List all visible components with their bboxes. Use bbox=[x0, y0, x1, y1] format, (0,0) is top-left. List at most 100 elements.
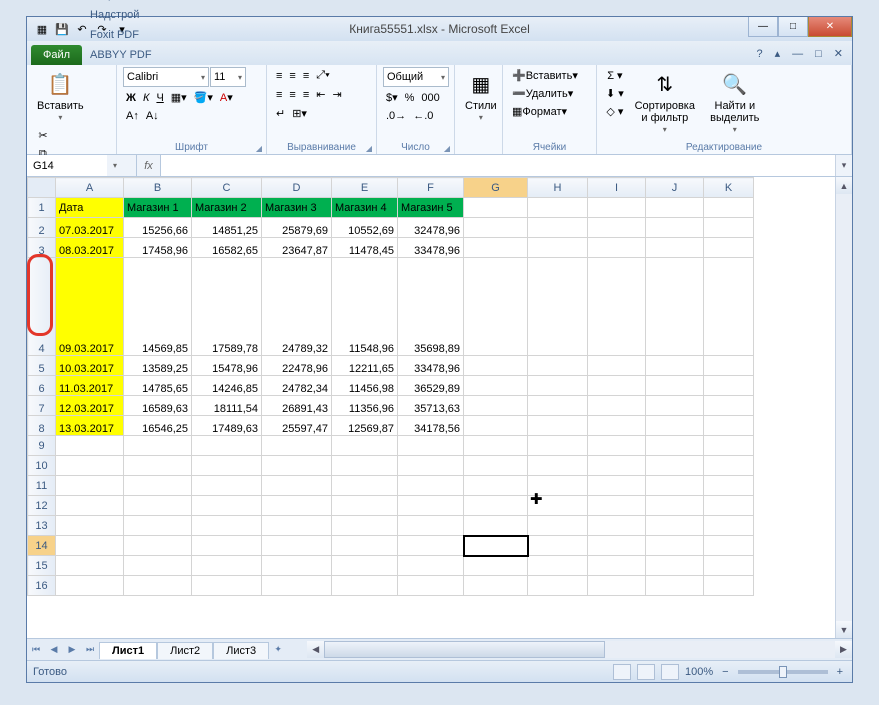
row-header-10[interactable]: 10 bbox=[28, 456, 56, 476]
zoom-out[interactable]: − bbox=[719, 664, 731, 680]
date-cell[interactable]: 11.03.2017 bbox=[56, 376, 124, 396]
cell[interactable] bbox=[588, 218, 646, 238]
cell[interactable] bbox=[464, 238, 528, 258]
cell[interactable] bbox=[464, 416, 528, 436]
cell[interactable] bbox=[646, 436, 704, 456]
save-button[interactable]: 💾 bbox=[53, 20, 71, 38]
row-header-4[interactable]: 4 bbox=[28, 258, 56, 356]
cell[interactable] bbox=[646, 476, 704, 496]
number-format[interactable]: Общий▾ bbox=[383, 67, 449, 87]
cell[interactable] bbox=[704, 516, 754, 536]
cell[interactable] bbox=[588, 496, 646, 516]
cell[interactable] bbox=[56, 456, 124, 476]
tab-file[interactable]: Файл bbox=[31, 45, 82, 65]
tab-Foxit PDF[interactable]: Foxit PDF bbox=[82, 25, 160, 45]
cell[interactable] bbox=[464, 456, 528, 476]
data-cell[interactable]: 10552,69 bbox=[332, 218, 398, 238]
tab-Надстрой[interactable]: Надстрой bbox=[82, 5, 160, 25]
merge[interactable]: ⊞▾ bbox=[289, 105, 310, 122]
row-header-9[interactable]: 9 bbox=[28, 436, 56, 456]
cell[interactable] bbox=[332, 436, 398, 456]
data-cell[interactable]: 23647,87 bbox=[262, 238, 332, 258]
data-cell[interactable]: 11356,96 bbox=[332, 396, 398, 416]
cell[interactable] bbox=[588, 516, 646, 536]
hscroll-thumb[interactable] bbox=[324, 641, 605, 658]
cell[interactable] bbox=[528, 556, 588, 576]
cell[interactable] bbox=[398, 536, 464, 556]
data-cell[interactable]: 12211,65 bbox=[332, 356, 398, 376]
data-cell[interactable]: 32478,96 bbox=[398, 218, 464, 238]
data-cell[interactable]: 13589,25 bbox=[124, 356, 192, 376]
cell[interactable] bbox=[262, 536, 332, 556]
cell[interactable] bbox=[528, 516, 588, 536]
name-box-dd[interactable]: ▾ bbox=[107, 161, 123, 170]
cell[interactable] bbox=[332, 496, 398, 516]
col-header-I[interactable]: I bbox=[588, 178, 646, 198]
cell[interactable] bbox=[124, 456, 192, 476]
cell[interactable] bbox=[588, 556, 646, 576]
data-cell[interactable]: 14246,85 bbox=[192, 376, 262, 396]
hscroll-right[interactable]: ▶ bbox=[835, 641, 852, 658]
bold-button[interactable]: Ж bbox=[123, 89, 139, 106]
cell[interactable] bbox=[528, 238, 588, 258]
close-button[interactable]: ✕ bbox=[808, 17, 852, 37]
data-cell[interactable]: 11456,98 bbox=[332, 376, 398, 396]
doc-max[interactable]: □ bbox=[812, 45, 825, 62]
cell[interactable] bbox=[646, 396, 704, 416]
styles-button[interactable]: ▦Стили▾ bbox=[461, 67, 501, 124]
cell[interactable] bbox=[588, 396, 646, 416]
clear[interactable]: ◇ ▾ bbox=[603, 103, 627, 120]
comma[interactable]: 000 bbox=[418, 89, 442, 106]
indent-inc[interactable]: ⇥ bbox=[329, 86, 344, 103]
cell[interactable] bbox=[704, 396, 754, 416]
cell[interactable] bbox=[528, 258, 588, 356]
cell[interactable] bbox=[464, 576, 528, 596]
cell[interactable] bbox=[124, 556, 192, 576]
cell[interactable] bbox=[464, 198, 528, 218]
col-header-K[interactable]: K bbox=[704, 178, 754, 198]
col-header-D[interactable]: D bbox=[262, 178, 332, 198]
fill-color[interactable]: 🪣▾ bbox=[191, 89, 216, 106]
view-layout[interactable] bbox=[637, 664, 655, 680]
cell[interactable] bbox=[528, 496, 588, 516]
cell[interactable] bbox=[332, 456, 398, 476]
cell[interactable] bbox=[332, 536, 398, 556]
cell[interactable] bbox=[588, 416, 646, 436]
help-button[interactable]: ? bbox=[753, 45, 765, 62]
cell[interactable] bbox=[528, 456, 588, 476]
row-header-2[interactable]: 2 bbox=[28, 218, 56, 238]
cell[interactable] bbox=[646, 198, 704, 218]
cell[interactable] bbox=[704, 556, 754, 576]
header-cell[interactable]: Магазин 5 bbox=[398, 198, 464, 218]
cell[interactable] bbox=[262, 436, 332, 456]
inc-decimal[interactable]: .0→ bbox=[383, 108, 409, 124]
cell[interactable] bbox=[704, 496, 754, 516]
cell[interactable] bbox=[528, 436, 588, 456]
header-cell[interactable]: Магазин 1 bbox=[124, 198, 192, 218]
select-all[interactable] bbox=[28, 178, 56, 198]
cell[interactable] bbox=[124, 436, 192, 456]
align-right[interactable]: ≡ bbox=[300, 86, 312, 103]
cell[interactable] bbox=[398, 516, 464, 536]
underline-button[interactable]: Ч bbox=[153, 89, 166, 106]
cell[interactable] bbox=[192, 556, 262, 576]
font-name-select[interactable]: Calibri▾ bbox=[123, 67, 209, 87]
cell[interactable] bbox=[588, 198, 646, 218]
ribbon-min[interactable]: ▴ bbox=[772, 45, 784, 62]
data-cell[interactable]: 22478,96 bbox=[262, 356, 332, 376]
row-header-15[interactable]: 15 bbox=[28, 556, 56, 576]
fxbar-expand[interactable]: ▾ bbox=[835, 155, 852, 176]
italic-button[interactable]: К bbox=[140, 89, 152, 106]
cell[interactable] bbox=[332, 516, 398, 536]
header-cell[interactable]: Магазин 3 bbox=[262, 198, 332, 218]
col-header-F[interactable]: F bbox=[398, 178, 464, 198]
cell[interactable] bbox=[704, 238, 754, 258]
cell[interactable] bbox=[464, 396, 528, 416]
sheet-tab-Лист1[interactable]: Лист1 bbox=[99, 642, 157, 659]
cell[interactable] bbox=[588, 238, 646, 258]
cell[interactable] bbox=[646, 556, 704, 576]
fill[interactable]: ⬇ ▾ bbox=[603, 85, 627, 102]
cell[interactable] bbox=[704, 218, 754, 238]
cell[interactable] bbox=[56, 536, 124, 556]
cell[interactable] bbox=[192, 436, 262, 456]
